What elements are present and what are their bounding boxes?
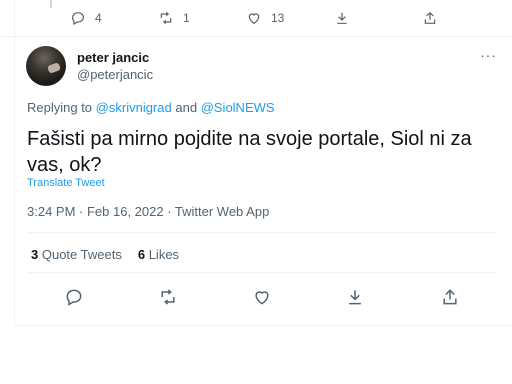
bookmark-icon — [337, 12, 347, 24]
tweet-stats: 3 Quote Tweets 6 Likes — [31, 247, 195, 262]
mention-link[interactable]: @SiolNEWS — [201, 100, 275, 115]
divider — [27, 272, 497, 273]
previous-like-count: 13 — [271, 11, 285, 25]
more-options-icon[interactable]: ··· — [480, 47, 497, 63]
avatar[interactable] — [26, 46, 66, 86]
thread-line — [50, 0, 52, 8]
share-button[interactable] — [440, 287, 462, 309]
like-button[interactable] — [252, 287, 274, 309]
previous-reply-count: 4 — [95, 11, 102, 25]
previous-bookmark-button[interactable] — [334, 10, 422, 26]
replying-to: Replying to @skrivnigrad and @SiolNEWS — [27, 100, 275, 115]
previous-retweet-button[interactable]: 1 — [158, 10, 246, 26]
bookmark-button[interactable] — [345, 287, 367, 309]
reply-button[interactable] — [64, 287, 86, 309]
previous-like-button[interactable]: 13 — [246, 10, 334, 26]
tweet-timestamp[interactable]: 3:24 PM · Feb 16, 2022 · Twitter Web App — [27, 204, 269, 219]
divider — [27, 232, 497, 233]
retweet-icon — [161, 289, 175, 305]
mention-link[interactable]: @skrivnigrad — [96, 100, 172, 115]
likes-link[interactable]: 6 Likes — [138, 247, 179, 262]
divider — [0, 36, 512, 37]
bookmark-icon — [349, 290, 361, 305]
tweet-text: Fašisti pa mirno pojdite na svoje portal… — [27, 128, 472, 176]
share-icon — [424, 11, 436, 24]
translate-tweet-link[interactable]: Translate Tweet — [27, 177, 105, 189]
retweet-icon — [160, 11, 172, 25]
retweet-button[interactable] — [158, 287, 180, 309]
author-handle[interactable]: @peterjancic — [77, 67, 153, 82]
share-icon — [443, 289, 457, 305]
like-icon — [248, 13, 260, 25]
reply-icon — [72, 12, 84, 26]
previous-retweet-count: 1 — [183, 11, 190, 25]
previous-tweet-actions: 4 1 13 — [70, 8, 510, 28]
previous-share-button[interactable] — [422, 10, 510, 26]
previous-reply-button[interactable]: 4 — [70, 10, 158, 26]
author-name[interactable]: peter jancic — [77, 50, 149, 65]
tweet-actions — [0, 287, 512, 309]
reply-icon — [66, 289, 82, 306]
like-icon — [255, 291, 269, 305]
quote-tweets-link[interactable]: 3 Quote Tweets — [31, 247, 122, 262]
